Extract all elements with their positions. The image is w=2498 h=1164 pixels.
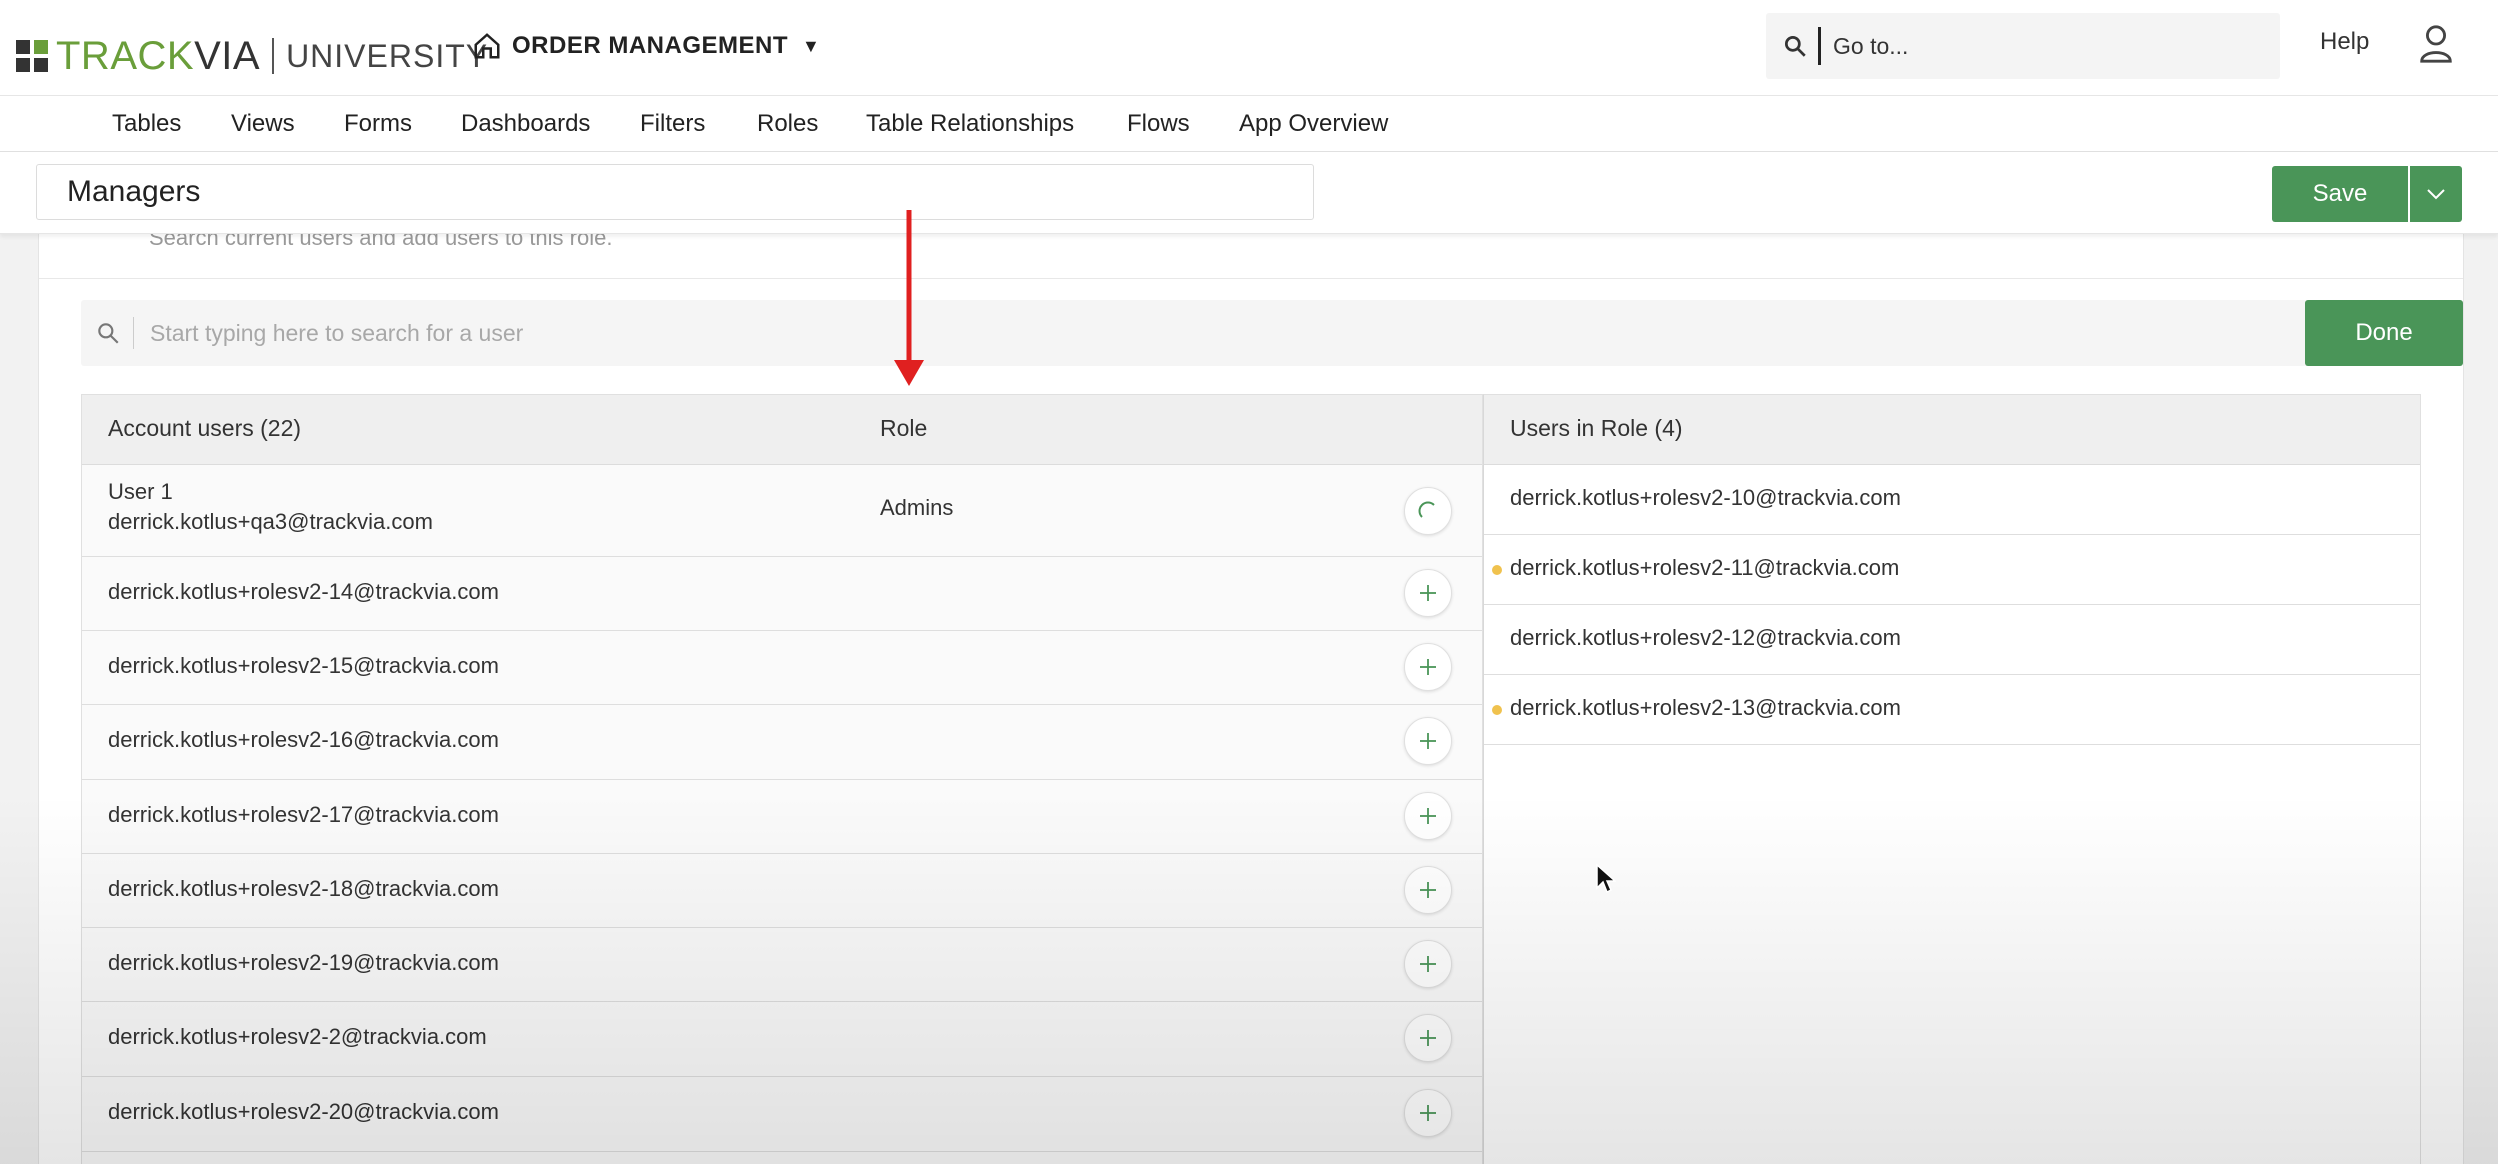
logo-university-text: UNIVERSITY (286, 37, 489, 74)
account-users-column-header: Account users (22) (108, 415, 302, 441)
user-email: derrick.kotlus+rolesv2-2@trackvia.com (108, 1024, 487, 1049)
add-user-button[interactable] (1404, 792, 1452, 840)
role-user-email: derrick.kotlus+rolesv2-13@trackvia.com (1510, 695, 1901, 720)
role-users-panel: Search current users and add users to th… (38, 234, 2464, 1164)
users-in-role-header: Users in Role (4) (1484, 395, 2420, 465)
account-users-table: Account users (22) Role User 1 derrick.k… (81, 394, 1483, 1164)
user-search-bar[interactable] (81, 300, 2325, 366)
user-email: derrick.kotlus+rolesv2-14@trackvia.com (108, 579, 499, 604)
plus-icon (1420, 808, 1436, 824)
role-column-header: Role (880, 415, 928, 441)
nav-app-overview[interactable]: App Overview (1239, 110, 1388, 138)
nav-roles[interactable]: Roles (757, 110, 818, 138)
users-in-role-table: Users in Role (4) derrick.kotlus+rolesv2… (1483, 394, 2421, 1164)
table-row: derrick.kotlus+rolesv2-2@trackvia.com (82, 1002, 1482, 1077)
user-profile-icon[interactable] (2418, 24, 2454, 64)
table-row: User 1 derrick.kotlus+qa3@trackvia.com A… (82, 465, 1482, 557)
user-email: derrick.kotlus+rolesv2-19@trackvia.com (108, 950, 499, 975)
add-user-button[interactable] (1404, 1089, 1452, 1137)
logo-via-text: VIA (194, 33, 261, 78)
trackvia-logo[interactable]: TRACK VIA UNIVERSITY (16, 33, 489, 78)
search-icon (98, 323, 119, 344)
spinner-icon (1418, 501, 1435, 518)
nav-flows[interactable]: Flows (1127, 110, 1190, 138)
nav-forms[interactable]: Forms (344, 110, 412, 138)
search-icon (1784, 35, 1806, 57)
add-user-button[interactable] (1404, 1014, 1452, 1062)
user-role: Admins (880, 495, 954, 520)
loading-spinner-button[interactable] (1404, 487, 1452, 535)
new-indicator-icon (1492, 705, 1502, 715)
text-cursor (1818, 27, 1821, 65)
user-email: derrick.kotlus+rolesv2-18@trackvia.com (108, 876, 499, 901)
add-user-button[interactable] (1404, 866, 1452, 914)
chevron-down-icon: ▼ (802, 35, 821, 56)
builder-nav: Tables Views Forms Dashboards Filters Ro… (0, 96, 2498, 152)
nav-dashboards[interactable]: Dashboards (461, 110, 590, 138)
logo-track-text: TRACK (56, 33, 195, 78)
help-link[interactable]: Help (2320, 28, 2369, 56)
app-switcher[interactable]: ORDER MANAGEMENT ▼ (472, 26, 820, 66)
new-indicator-icon (1492, 565, 1502, 575)
save-options-button[interactable] (2410, 166, 2462, 222)
role-user-email: derrick.kotlus+rolesv2-11@trackvia.com (1510, 555, 1900, 580)
user-email: derrick.kotlus+qa3@trackvia.com (108, 509, 433, 534)
plus-icon (1420, 956, 1436, 972)
add-user-button[interactable] (1404, 717, 1452, 765)
chevron-down-icon (2427, 189, 2445, 200)
top-header: TRACK VIA UNIVERSITY ORDER MANAGEMENT ▼ … (0, 0, 2498, 96)
main-area: Search current users and add users to th… (0, 234, 2498, 1164)
add-user-button[interactable] (1404, 643, 1452, 691)
user-name: User 1 (108, 479, 173, 504)
user-email: derrick.kotlus+rolesv2-15@trackvia.com (108, 653, 499, 678)
table-row: derrick.kotlus+rolesv2-20@trackvia.com (82, 1077, 1482, 1152)
home-icon (474, 33, 500, 59)
table-row: derrick.kotlus+rolesv2-16@trackvia.com (82, 705, 1482, 780)
role-user-email: derrick.kotlus+rolesv2-10@trackvia.com (1510, 485, 1901, 510)
table-row: derrick.kotlus+rolesv2-17@trackvia.com (82, 780, 1482, 854)
list-item[interactable]: derrick.kotlus+rolesv2-13@trackvia.com (1484, 675, 2420, 745)
role-name-input[interactable]: Managers (36, 164, 1314, 220)
nav-views[interactable]: Views (231, 110, 295, 138)
table-row: derrick.kotlus+rolesv2-15@trackvia.com (82, 631, 1482, 705)
table-row: derrick.kotlus+rolesv2-19@trackvia.com (82, 928, 1482, 1002)
list-item[interactable]: derrick.kotlus+rolesv2-12@trackvia.com (1484, 605, 2420, 675)
divider (39, 278, 2463, 279)
account-users-header: Account users (22) Role (82, 395, 1482, 465)
add-user-button[interactable] (1404, 940, 1452, 988)
plus-icon (1420, 1105, 1436, 1121)
user-email: derrick.kotlus+rolesv2-17@trackvia.com (108, 802, 499, 827)
done-button[interactable]: Done (2305, 300, 2463, 366)
plus-icon (1420, 659, 1436, 675)
plus-icon (1420, 882, 1436, 898)
table-row: derrick.kotlus+rolesv2-18@trackvia.com (82, 854, 1482, 928)
role-user-email: derrick.kotlus+rolesv2-12@trackvia.com (1510, 625, 1901, 650)
red-arrow-annotation (894, 210, 924, 386)
add-user-button[interactable] (1404, 569, 1452, 617)
table-row: derrick.kotlus+rolesv2-14@trackvia.com (82, 557, 1482, 631)
plus-icon (1420, 585, 1436, 601)
list-item[interactable]: derrick.kotlus+rolesv2-10@trackvia.com (1484, 465, 2420, 535)
goto-search[interactable]: Go to... (1766, 13, 2280, 79)
users-in-role-column-header: Users in Role (4) (1510, 415, 1683, 441)
plus-icon (1420, 733, 1436, 749)
logo-divider (272, 38, 275, 74)
panel-description: Search current users and add users to th… (149, 234, 613, 250)
nav-tables[interactable]: Tables (112, 110, 181, 138)
user-search-input[interactable] (150, 319, 2050, 347)
goto-input[interactable]: Go to... (1833, 33, 1908, 60)
plus-icon (1420, 1030, 1436, 1046)
user-email: derrick.kotlus+rolesv2-16@trackvia.com (108, 727, 499, 752)
nav-table-relationships[interactable]: Table Relationships (866, 110, 1074, 138)
app-name: ORDER MANAGEMENT (512, 32, 788, 59)
nav-filters[interactable]: Filters (640, 110, 705, 138)
list-item[interactable]: derrick.kotlus+rolesv2-11@trackvia.com (1484, 535, 2420, 605)
divider (133, 317, 134, 349)
user-cell: User 1 derrick.kotlus+qa3@trackvia.com (108, 477, 433, 537)
save-button[interactable]: Save (2272, 166, 2408, 222)
mouse-pointer-icon (1596, 864, 1616, 894)
logo-mark-icon (16, 40, 48, 72)
role-title-bar: Managers Save (0, 152, 2498, 234)
user-email: derrick.kotlus+rolesv2-20@trackvia.com (108, 1099, 499, 1124)
